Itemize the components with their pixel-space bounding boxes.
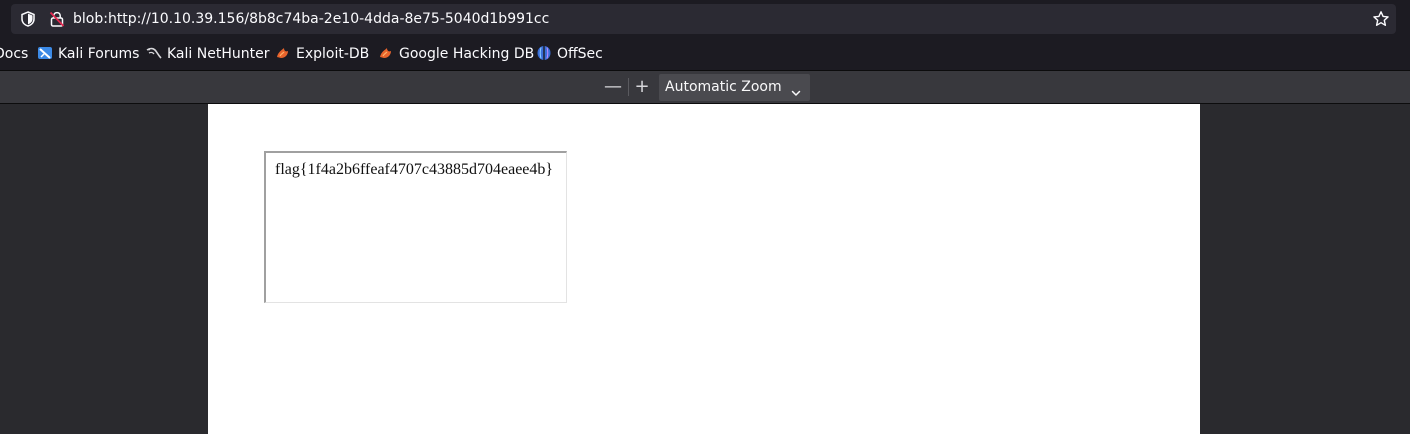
url-text[interactable]: blob:http://10.10.39.156/8b8c74ba-2e10-4… (73, 4, 549, 34)
bookmark-star-icon[interactable] (1372, 10, 1390, 28)
bookmark-exploit-db[interactable]: Exploit-DB (275, 38, 369, 70)
zoom-select[interactable]: Automatic Zoom (659, 74, 810, 101)
zoom-select-value: Automatic Zoom (665, 79, 782, 95)
zoom-in-button[interactable]: + (629, 75, 655, 99)
form-field-value: flag{1f4a2b6ffeaf4707c43885d704eaee4b} (275, 161, 554, 178)
form-text-field[interactable]: flag{1f4a2b6ffeaf4707c43885d704eaee4b} (264, 151, 567, 303)
bookmarks-toolbar: Docs Kali Forums Kali NetHunter Exploi (0, 38, 1410, 71)
tracking-protection-shield-icon[interactable] (19, 10, 37, 28)
pdf-viewer-container[interactable]: flag{1f4a2b6ffeaf4707c43885d704eaee4b} (0, 104, 1410, 434)
bookmark-kali-nethunter[interactable]: Kali NetHunter (146, 38, 269, 70)
bookmark-docs[interactable]: Docs (0, 38, 28, 70)
zoom-out-button[interactable]: — (600, 75, 626, 99)
bookmark-label: Docs (0, 46, 29, 62)
pdf-viewer-toolbar: — + Automatic Zoom (0, 71, 1410, 104)
insecure-lock-icon[interactable] (48, 10, 66, 28)
ghdb-icon (378, 41, 394, 58)
bookmark-offsec[interactable]: OffSec (536, 38, 603, 70)
url-bar[interactable]: blob:http://10.10.39.156/8b8c74ba-2e10-4… (11, 4, 1396, 34)
chevron-down-icon (790, 82, 802, 96)
bookmark-label: OffSec (557, 46, 603, 62)
offsec-icon (536, 41, 552, 60)
bookmark-label: Exploit-DB (296, 46, 370, 62)
kali-dragon-icon (146, 41, 162, 59)
kali-forums-icon (37, 41, 53, 59)
exploit-db-icon (275, 41, 291, 58)
bookmark-label: Kali NetHunter (167, 46, 270, 62)
bookmark-label: Kali Forums (58, 46, 140, 62)
pdf-page: flag{1f4a2b6ffeaf4707c43885d704eaee4b} (208, 104, 1200, 434)
bookmark-kali-forums[interactable]: Kali Forums (37, 38, 139, 70)
bookmark-label: Google Hacking DB (399, 46, 535, 62)
navigation-toolbar: blob:http://10.10.39.156/8b8c74ba-2e10-4… (0, 0, 1410, 38)
bookmark-google-hacking-db[interactable]: Google Hacking DB (378, 38, 534, 70)
